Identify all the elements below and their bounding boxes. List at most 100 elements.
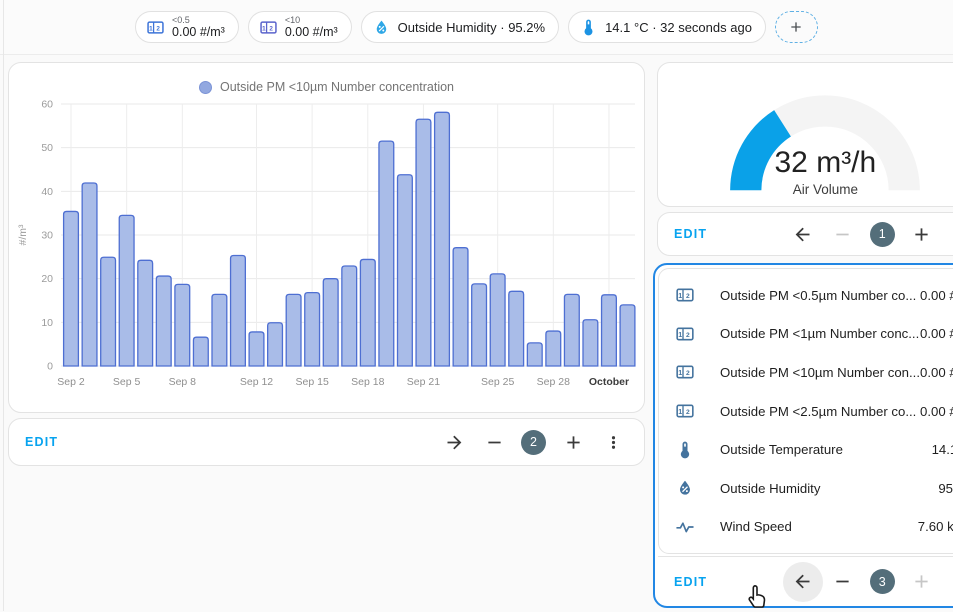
arrow-left-icon (786, 217, 820, 251)
chip-state-text: Outside Humidity · 95.2% (398, 20, 545, 35)
move-section-button[interactable] (786, 565, 820, 599)
gauge-entity-name: Air Volume (658, 182, 953, 197)
temperature-chip[interactable]: 14.1 °C · 32 seconds ago (568, 11, 766, 43)
legend-label: Outside PM <10µm Number concentration (220, 80, 454, 94)
more-options-button[interactable] (596, 425, 630, 459)
entity-row[interactable]: Outside Temperature14.1 °C (659, 430, 953, 469)
wind-speed-icon (675, 517, 695, 537)
entity-name: Outside PM <0.5µm Number co... (720, 288, 920, 303)
entity-state-value: 0.00 #/m³ (920, 326, 953, 341)
entity-state-value: 0.00 #/m³ (920, 404, 953, 419)
section-history-chart: Outside PM <10µm Number concentration 0 1… (8, 62, 645, 466)
edit-button[interactable]: EDIT (25, 435, 58, 449)
entities-card[interactable]: 12Outside PM <0.5µm Number co...0.00 #/m… (658, 268, 953, 554)
svg-text:1: 1 (678, 408, 682, 416)
svg-text:Sep 8: Sep 8 (169, 376, 197, 388)
svg-text:Sep 12: Sep 12 (240, 376, 273, 388)
entity-state-value: 7.60 km/h (918, 519, 953, 534)
entity-row[interactable]: 12Outside PM <0.5µm Number co...0.00 #/m… (659, 276, 953, 315)
remove-card-button[interactable] (477, 425, 511, 459)
section-toolbar-3: EDIT 3 (658, 556, 953, 606)
svg-text:0: 0 (47, 361, 53, 373)
svg-text:1: 1 (678, 292, 682, 300)
top-bar: 12 <0.5 0.00 #/m³12 <10 0.00 #/m³Outside… (0, 0, 953, 55)
thermometer-icon (579, 18, 598, 37)
chip-attribute-label: <10 (285, 15, 338, 25)
entity-row[interactable]: 12 Outside PM <10µm Number con...0.00 #/m… (659, 353, 953, 392)
svg-text:1: 1 (262, 25, 266, 32)
card-count-badge: 3 (870, 569, 895, 594)
svg-text:2: 2 (686, 332, 690, 339)
remove-card-button[interactable] (826, 217, 860, 251)
card-count-badge: 1 (870, 222, 895, 247)
svg-text:30: 30 (41, 230, 53, 242)
section-toolbar-1: EDIT 2 (8, 418, 645, 466)
more-options-button[interactable] (945, 565, 953, 599)
edit-button[interactable]: EDIT (674, 227, 707, 241)
kebab-icon (945, 217, 953, 251)
section-controls: 2 (437, 425, 630, 459)
minus-icon (826, 565, 860, 599)
move-section-button[interactable] (786, 217, 820, 251)
svg-text:10: 10 (41, 317, 53, 329)
counter-icon: 12 (675, 401, 695, 421)
move-section-button[interactable] (437, 425, 471, 459)
kebab-icon (945, 565, 953, 599)
add-card-button[interactable] (905, 565, 939, 599)
svg-text:2: 2 (686, 409, 690, 416)
add-card-button[interactable] (905, 217, 939, 251)
history-chart-card[interactable]: Outside PM <10µm Number concentration 0 1… (8, 62, 645, 413)
chart-legend: Outside PM <10µm Number concentration (9, 63, 644, 94)
plus-icon (905, 565, 939, 599)
entity-row[interactable]: 12Outside PM <2.5µm Number co...0.00 #/m… (659, 392, 953, 431)
chip-state-value: 0.00 #/m³ (172, 25, 225, 39)
svg-text:Sep 5: Sep 5 (113, 376, 141, 388)
svg-text:2: 2 (686, 293, 690, 300)
entity-state-value: 14.1 °C (932, 442, 953, 457)
svg-text:Sep 15: Sep 15 (296, 376, 329, 388)
gauge-card[interactable]: 32 m³/h Air Volume (657, 62, 953, 207)
svg-text:Sep 21: Sep 21 (407, 376, 440, 388)
counter-icon: 12 (675, 362, 695, 382)
add-card-button[interactable] (556, 425, 590, 459)
water-percent-icon (675, 478, 695, 498)
svg-text:2: 2 (686, 370, 690, 377)
svg-text:2: 2 (156, 25, 160, 32)
svg-text:60: 60 (41, 99, 53, 111)
svg-text:Sep 25: Sep 25 (481, 376, 514, 388)
more-options-button[interactable] (945, 217, 953, 251)
entity-name: Outside Temperature (720, 442, 932, 457)
entity-state-value: 0.00 #/m³ (920, 365, 953, 380)
section-controls: 3 (786, 565, 953, 599)
add-badge-button[interactable] (775, 11, 818, 43)
entity-row[interactable]: Wind Speed7.60 km/h (659, 508, 953, 547)
entity-name: Wind Speed (720, 519, 918, 534)
entity-name: Outside Humidity (720, 481, 938, 496)
arrow-right-icon (437, 425, 471, 459)
svg-text:October: October (589, 376, 629, 388)
humidity-chip[interactable]: Outside Humidity · 95.2% (361, 11, 559, 43)
svg-text:Sep 2: Sep 2 (57, 376, 85, 388)
counter-icon: 12 (146, 18, 165, 37)
svg-text:1: 1 (149, 25, 153, 32)
section-toolbar-2: EDIT 1 (657, 212, 953, 256)
remove-card-button[interactable] (826, 565, 860, 599)
svg-text:Sep 28: Sep 28 (537, 376, 570, 388)
pm05-count-chip[interactable]: 12 <0.5 0.00 #/m³ (135, 11, 239, 43)
thermometer-icon (675, 440, 695, 460)
minus-icon (477, 425, 511, 459)
pm10-count-chip[interactable]: 12 <10 0.00 #/m³ (248, 11, 352, 43)
counter-icon: 12 (675, 285, 695, 305)
svg-text:20: 20 (41, 273, 53, 285)
svg-text:Sep 18: Sep 18 (351, 376, 384, 388)
entity-name: Outside PM <10µm Number con... (720, 365, 920, 380)
history-bar-chart: 0102030405060Sep 2Sep 5Sep 8Sep 12Sep 15… (13, 96, 640, 398)
section-gauge: 32 m³/h Air Volume EDIT 1 (653, 62, 953, 256)
svg-text:#/m³: #/m³ (17, 224, 29, 246)
edit-button[interactable]: EDIT (674, 575, 707, 589)
entity-state-value: 95.2% (938, 481, 953, 496)
entity-row[interactable]: Outside Humidity95.2% (659, 469, 953, 508)
svg-text:40: 40 (41, 186, 53, 198)
entity-row[interactable]: 12Outside PM <1µm Number conc...0.00 #/m… (659, 315, 953, 354)
gauge-value: 32 m³/h (658, 146, 953, 180)
